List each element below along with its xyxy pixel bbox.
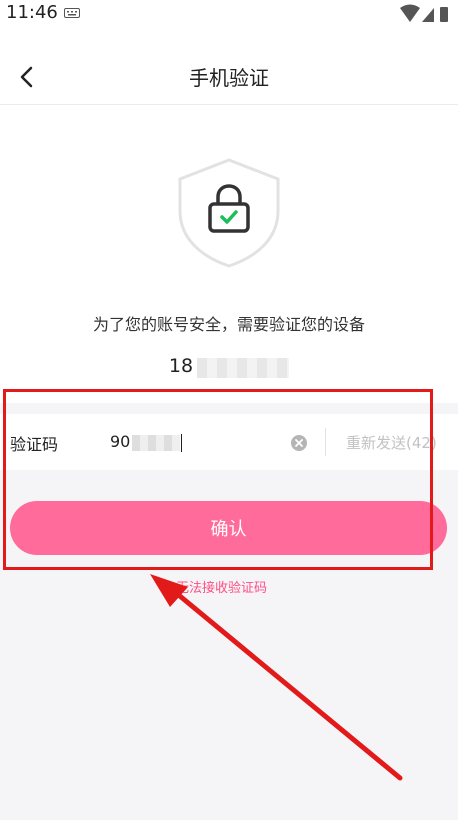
annotation-arrow — [150, 574, 403, 781]
